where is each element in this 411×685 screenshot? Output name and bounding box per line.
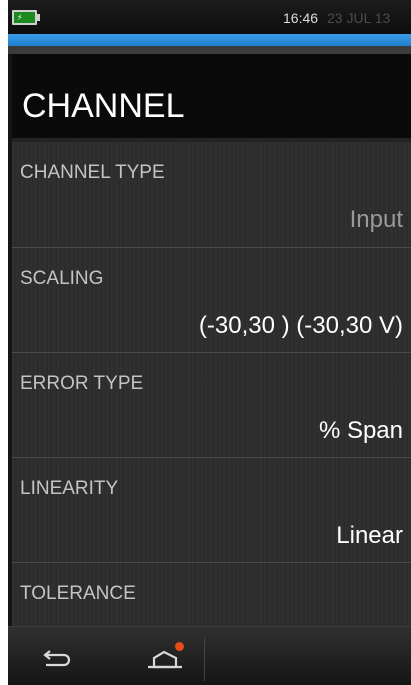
home-icon <box>148 650 182 669</box>
device-screen: ⚡ 16:46 23 JUL 13 CHANNEL CHANNEL TYPE I… <box>8 0 411 685</box>
status-date: 23 JUL 13 <box>327 10 391 26</box>
setting-value: (-30,30 ) (-30,30 V) <box>198 312 403 339</box>
back-arrow-icon <box>43 650 71 667</box>
notification-dot <box>175 642 184 651</box>
setting-scaling[interactable]: SCALING (-30,30 ) (-30,30 V) <box>12 247 411 352</box>
setting-error-type[interactable]: ERROR TYPE % Span <box>12 352 411 457</box>
setting-value: Linear <box>336 522 403 549</box>
header-divider <box>8 46 411 54</box>
setting-label: SCALING <box>20 268 104 289</box>
setting-value: % Span <box>318 417 403 444</box>
setting-linearity[interactable]: LINEARITY Linear <box>12 457 411 562</box>
battery-charging-icon: ⚡ <box>12 10 40 25</box>
setting-channel-type[interactable]: CHANNEL TYPE Input <box>12 142 411 246</box>
navigation-bar <box>8 626 411 685</box>
home-button[interactable] <box>128 637 205 681</box>
setting-label: CHANNEL TYPE <box>20 162 165 183</box>
settings-list: CHANNEL TYPE Input SCALING (-30,30 ) (-3… <box>12 142 411 626</box>
setting-label: ERROR TYPE <box>20 373 144 394</box>
accent-bar <box>8 34 411 46</box>
status-time: 16:46 <box>283 10 319 26</box>
setting-value: Input <box>349 206 403 233</box>
page-header: CHANNEL <box>12 54 411 142</box>
setting-label: TOLERANCE <box>20 583 136 604</box>
setting-tolerance[interactable]: TOLERANCE <box>12 562 411 626</box>
status-bar: ⚡ 16:46 23 JUL 13 <box>8 0 411 34</box>
back-button[interactable] <box>28 639 88 679</box>
page-title: CHANNEL <box>22 87 185 125</box>
setting-label: LINEARITY <box>20 478 119 499</box>
